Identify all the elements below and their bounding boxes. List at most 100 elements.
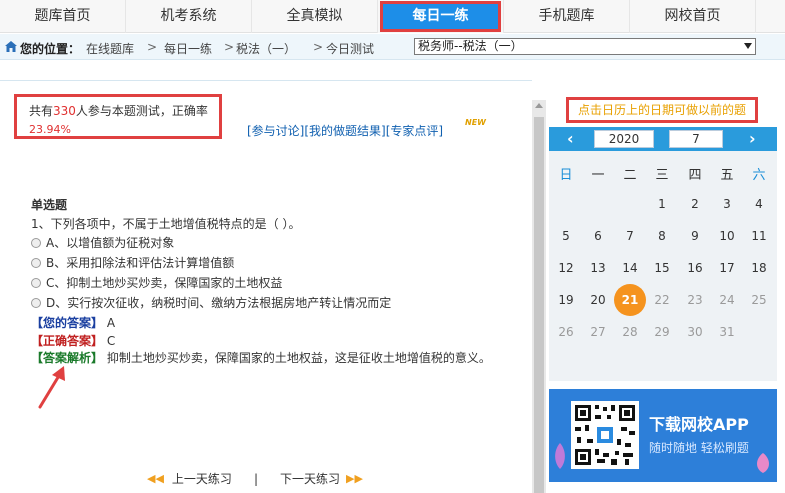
option-a[interactable]: A、以增值额为征税对象 [31, 234, 174, 251]
top-nav: 题库首页 机考系统 全真模拟 每日一练 手机题库 网校首页 [0, 0, 785, 33]
calendar-day-label: 15 [654, 261, 670, 275]
calendar-day-label: 24 [719, 293, 735, 307]
calendar-day[interactable]: 1 [646, 188, 678, 220]
tab-question-bank-home[interactable]: 题库首页 [0, 0, 126, 33]
subject-select[interactable]: 税务师--税法（一） [414, 38, 756, 55]
calendar-day-label: 13 [590, 261, 606, 275]
qr-code-icon [571, 401, 639, 469]
chevron-right-icon[interactable]: › [749, 129, 756, 148]
weekday-label: 三 [655, 168, 669, 183]
breadcrumb-separator: > [313, 40, 324, 54]
calendar-day[interactable]: 7 [614, 220, 646, 252]
tab-school-home[interactable]: 网校首页 [630, 0, 756, 33]
tab-full-mock[interactable]: 全真模拟 [252, 0, 378, 33]
calendar-day: 31 [711, 316, 743, 348]
calendar-day-label: 30 [687, 325, 703, 339]
calendar-day[interactable]: 18 [743, 252, 775, 284]
radio-button[interactable] [31, 237, 41, 248]
option-label: A、以增值额为征税对象 [46, 236, 175, 250]
next-day-link[interactable]: 下一天练习 [280, 470, 340, 487]
calendar-day: 28 [614, 316, 646, 348]
flower-petal-icon [757, 453, 769, 473]
calendar-day[interactable]: 5 [550, 220, 582, 252]
weekday-label: 二 [623, 168, 637, 183]
calendar-day[interactable]: 4 [743, 188, 775, 220]
calendar-day-label: 4 [755, 197, 763, 211]
promo-subtitle: 随时随地 轻松刷题 [649, 441, 749, 455]
calendar-day-label: 22 [654, 293, 670, 307]
calendar-day: 25 [743, 284, 775, 316]
subject-select-value: 税务师--税法（一） [418, 39, 523, 53]
calendar-day[interactable]: 19 [550, 284, 582, 316]
calendar-day-label: 28 [622, 325, 638, 339]
chevron-left-icon[interactable]: ‹ [567, 129, 574, 148]
calendar-day[interactable]: 6 [582, 220, 614, 252]
day-pager: ◀◀ 上一天练习 | 下一天练习 ▶▶ [147, 470, 363, 487]
calendar-day[interactable]: 11 [743, 220, 775, 252]
scroll-thumb[interactable] [534, 117, 544, 493]
calendar-day-label: 12 [558, 261, 574, 275]
stats-box: 共有330人参与本题测试，正确率 23.94% [14, 94, 222, 139]
calendar-day[interactable]: 12 [550, 252, 582, 284]
breadcrumb-item-today: 今日测试 [326, 42, 375, 56]
calendar-day: 27 [582, 316, 614, 348]
calendar-day[interactable]: 9 [679, 220, 711, 252]
calendar-day[interactable]: 15 [646, 252, 678, 284]
tab-daily-practice[interactable]: 每日一练 [378, 0, 504, 33]
option-c[interactable]: C、抑制土地炒买炒卖，保障国家的土地权益 [31, 274, 282, 291]
calendar-day: 29 [646, 316, 678, 348]
my-results-link[interactable]: [我的做题结果] [304, 124, 385, 138]
weekday-label: 六 [752, 168, 766, 183]
flower-petal-icon [555, 443, 565, 469]
tab-daily-practice-label: 每日一练 [380, 1, 501, 32]
new-badge: NEW [465, 118, 486, 127]
prev-day-link[interactable]: 上一天练习 [172, 470, 232, 487]
calendar: ‹ 2020 7 › 日一二三四五六 1 2 3 4 5 6 7 8 9 10 11 12 13 14 15… [549, 127, 777, 381]
calendar-day[interactable]: 17 [711, 252, 743, 284]
scrollbar[interactable] [532, 100, 546, 493]
radio-button[interactable] [31, 257, 41, 268]
calendar-day[interactable]: 3 [711, 188, 743, 220]
calendar-day[interactable]: 10 [711, 220, 743, 252]
correct-answer-label: 【正确答案】 [31, 334, 104, 348]
breadcrumb-item-tax-law[interactable]: 税法（一） [236, 40, 296, 57]
calendar-day[interactable]: 13 [582, 252, 614, 284]
calendar-day-label: 8 [658, 229, 666, 243]
calendar-day: 24 [711, 284, 743, 316]
breadcrumb-item-daily[interactable]: 每日一练 [164, 40, 212, 57]
weekday-label: 一 [591, 168, 605, 183]
calendar-day: 26 [550, 316, 582, 348]
scroll-up-icon[interactable] [535, 103, 543, 108]
calendar-day-today[interactable]: 21 [614, 284, 646, 316]
option-label: C、抑制土地炒买炒卖，保障国家的土地权益 [46, 276, 283, 290]
breadcrumb-item-online-bank[interactable]: 在线题库 [86, 40, 134, 57]
tab-mobile-bank[interactable]: 手机题库 [504, 0, 630, 33]
home-icon [5, 41, 17, 52]
breadcrumb-label: 您的位置： [20, 42, 81, 56]
weekday-label: 五 [720, 168, 734, 183]
calendar-day[interactable]: 2 [679, 188, 711, 220]
stats-rate: 23.94% [29, 123, 71, 136]
calendar-day[interactable]: 16 [679, 252, 711, 284]
option-label: B、采用扣除法和评估法计算增值额 [46, 256, 235, 270]
calendar-day-label: 23 [687, 293, 703, 307]
your-answer: 【您的答案】 A [31, 314, 115, 331]
radio-button[interactable] [31, 297, 41, 308]
calendar-day: 23 [679, 284, 711, 316]
option-b[interactable]: B、采用扣除法和评估法计算增值额 [31, 254, 234, 271]
expert-review-link[interactable]: [专家点评] [386, 124, 443, 138]
radio-button[interactable] [31, 277, 41, 288]
option-d[interactable]: D、实行按次征收，纳税时间、缴纳方法根据房地产转让情况而定 [31, 294, 391, 311]
discuss-link[interactable]: [参与讨论] [247, 124, 304, 138]
stats-middle: 人参与本题测试，正确率 [75, 104, 208, 118]
app-promo-banner[interactable]: 下载网校APP 随时随地 轻松刷题 [549, 389, 777, 482]
tab-exam-system[interactable]: 机考系统 [126, 0, 252, 33]
analysis-text: 抑制土地炒买炒卖，保障国家的土地权益，这是征收土地增值税的意义。 [106, 351, 491, 365]
calendar-day[interactable]: 14 [614, 252, 646, 284]
pointer-arrow-icon [38, 366, 65, 409]
calendar-month[interactable]: 7 [669, 130, 723, 148]
calendar-year[interactable]: 2020 [594, 130, 654, 148]
calendar-day[interactable]: 8 [646, 220, 678, 252]
question-type: 单选题 [31, 198, 68, 212]
calendar-day[interactable]: 20 [582, 284, 614, 316]
